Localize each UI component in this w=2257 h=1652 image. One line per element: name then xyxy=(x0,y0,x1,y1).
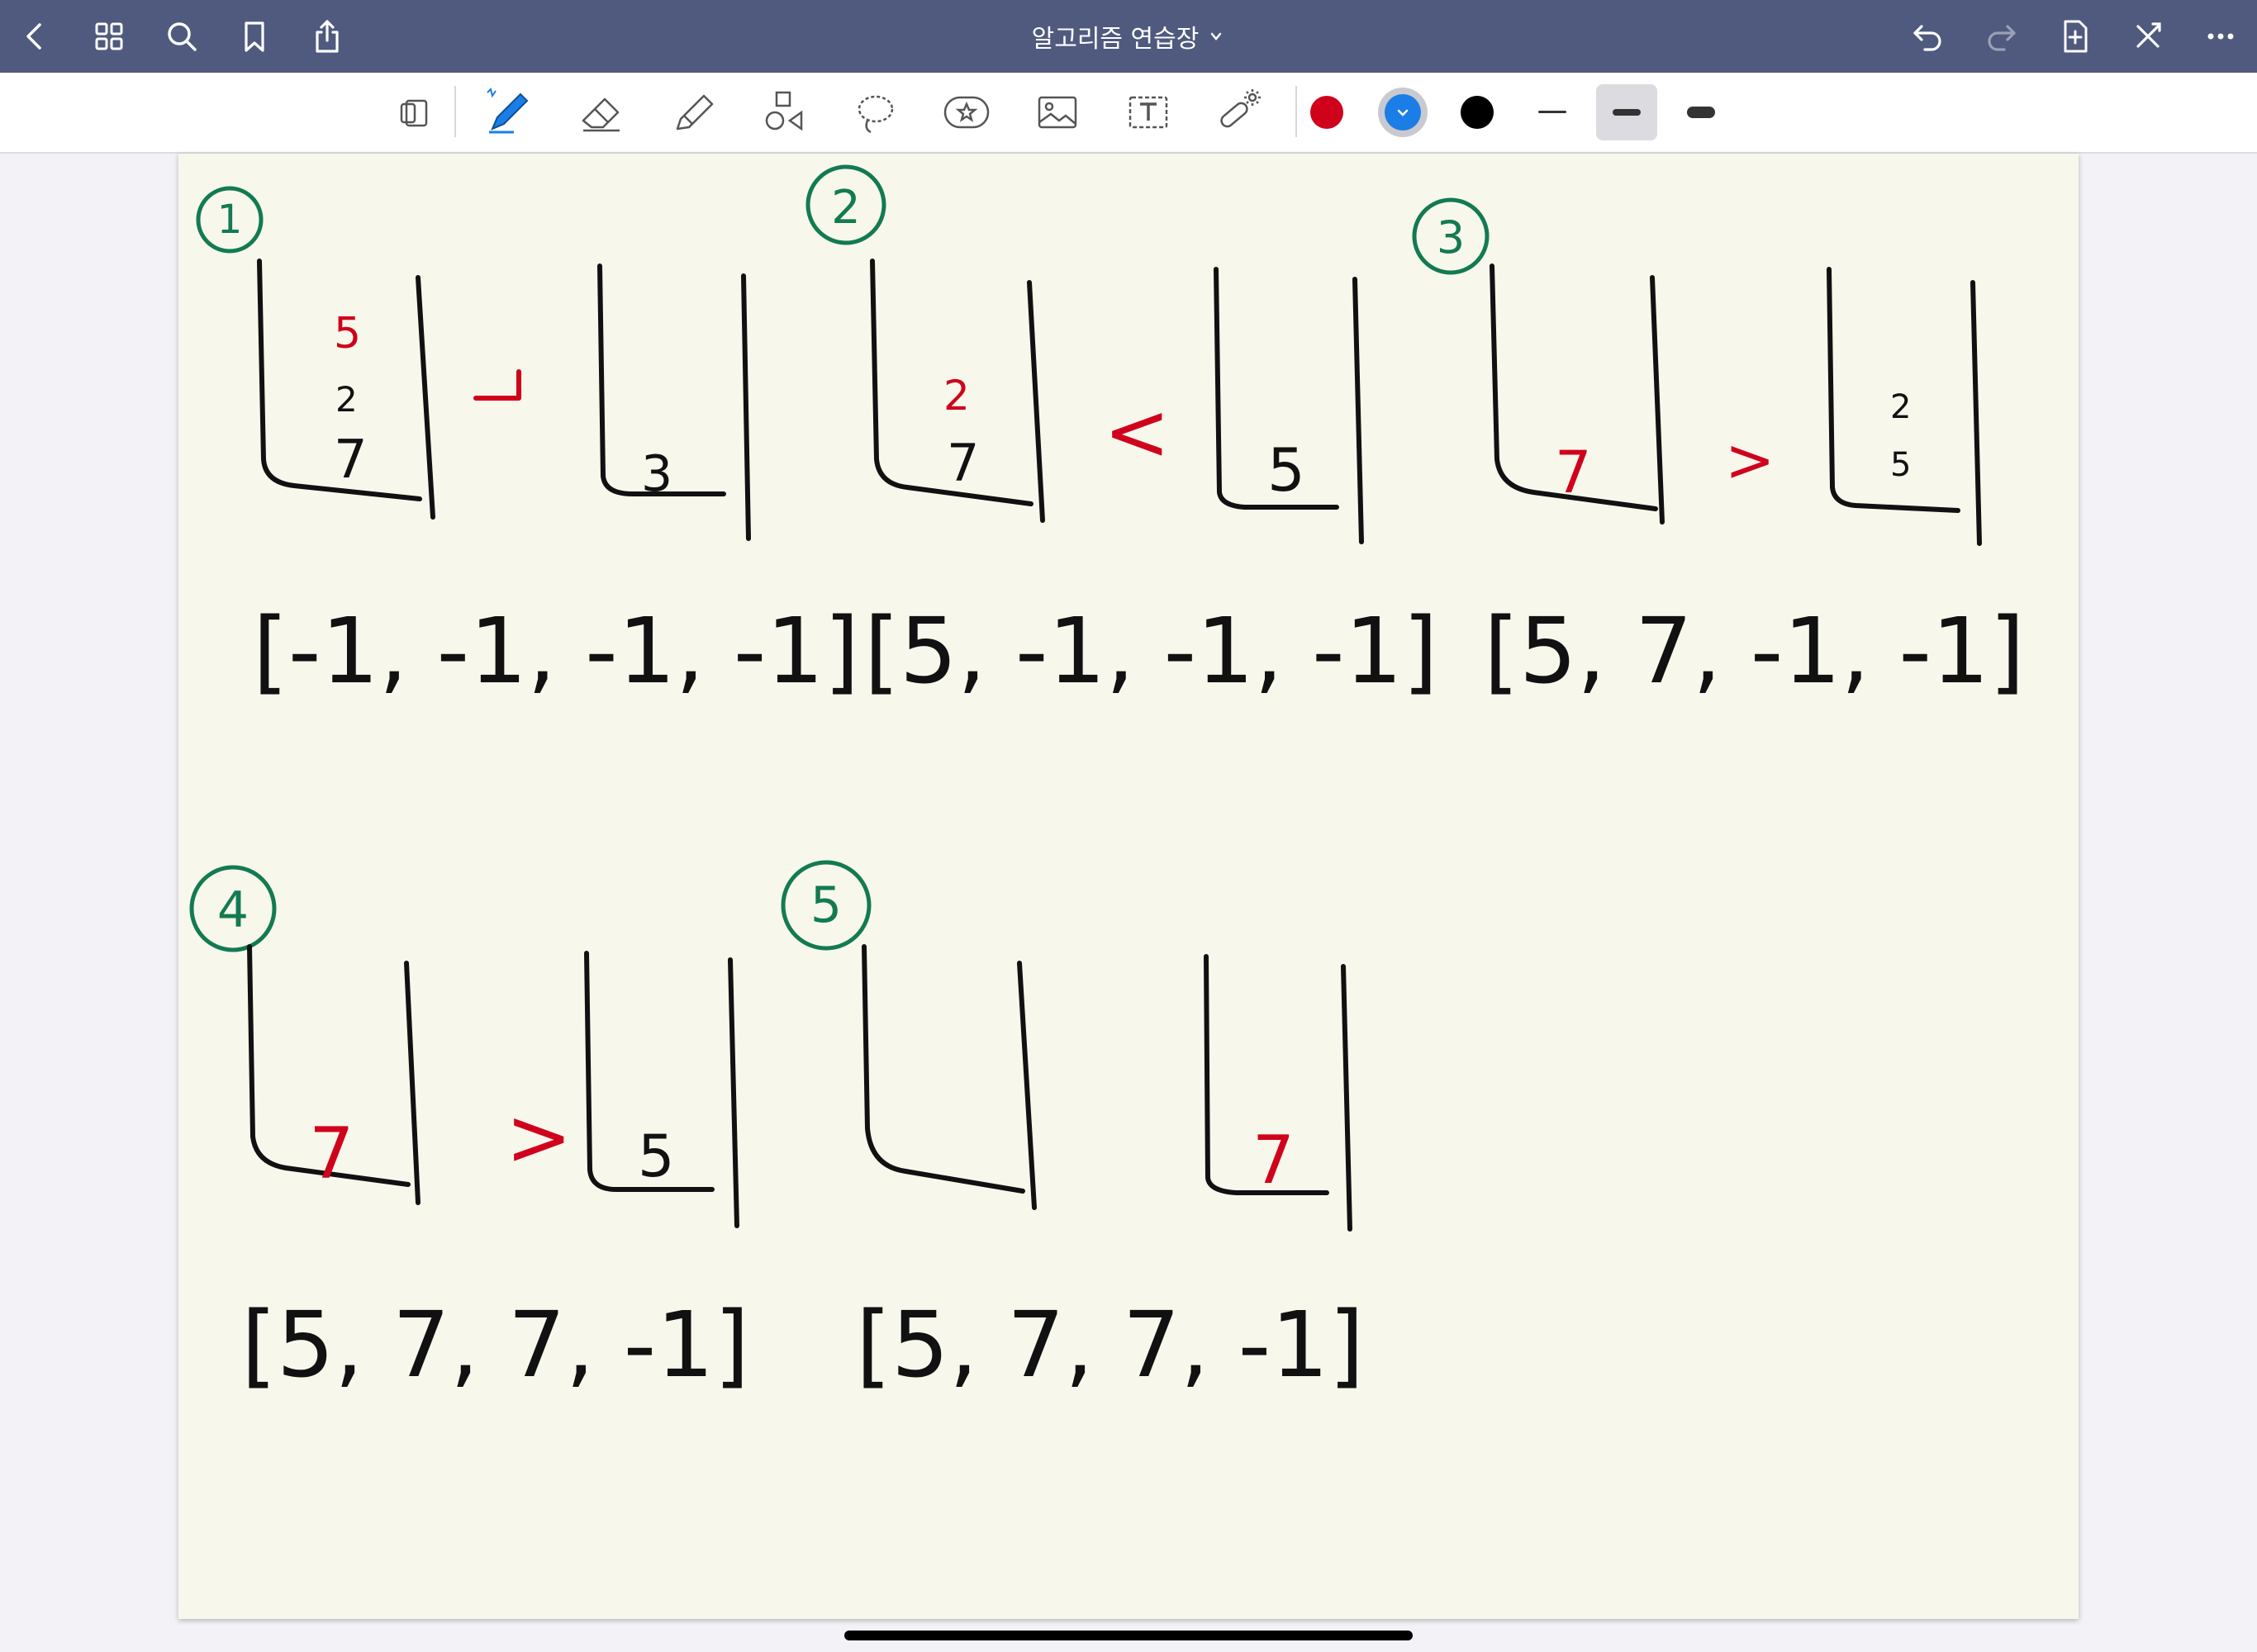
bookmark-icon[interactable] xyxy=(235,17,274,56)
document-title: 알고리즘 연습장 xyxy=(1031,25,1200,54)
stack-value: 5 xyxy=(1267,435,1305,505)
text-icon[interactable] xyxy=(1120,84,1176,140)
stroke-width-thick[interactable] xyxy=(1670,84,1732,140)
stack-value: 7 xyxy=(947,433,979,493)
shapes-icon[interactable] xyxy=(757,84,813,140)
step-label-3: 3 xyxy=(1437,211,1465,263)
stack-left-2-right-wall xyxy=(1027,280,1045,523)
drawing-toolbar xyxy=(0,73,2257,154)
toolbar-divider xyxy=(454,86,456,137)
comparison-symbol: < xyxy=(1104,386,1170,478)
stack-value: 5 xyxy=(334,309,361,358)
document-title-button[interactable]: 알고리즘 연습장 xyxy=(1032,18,1226,55)
color-swatch-black[interactable] xyxy=(1461,96,1494,129)
lasso-icon[interactable] xyxy=(848,84,904,140)
stack-right-5-right-wall xyxy=(1341,964,1352,1232)
color-swatch-red[interactable] xyxy=(1310,96,1343,129)
pen-icon[interactable] xyxy=(481,84,537,140)
more-icon[interactable] xyxy=(2201,17,2240,56)
close-edit-icon[interactable] xyxy=(2128,17,2168,56)
stack-value: 7 xyxy=(334,430,368,491)
undo-icon[interactable] xyxy=(1908,17,1948,56)
home-indicator[interactable] xyxy=(844,1631,1413,1640)
chevron-down-icon xyxy=(1397,109,1409,116)
comparison-symbol: > xyxy=(506,1091,572,1184)
note-page[interactable]: 1 5 2 7 3 [-1, -1, -1, -1] 2 2 7 < 5 [5,… xyxy=(178,154,2079,1619)
laser-pointer-icon[interactable] xyxy=(1211,84,1267,140)
comparison-arrow-1 xyxy=(473,369,521,401)
stack-value: 5 xyxy=(1890,446,1911,484)
thin-line-icon xyxy=(1538,111,1566,113)
array-step-2: [5, -1, -1, -1] xyxy=(864,598,1438,704)
stack-value: 3 xyxy=(641,445,672,503)
stack-value: 2 xyxy=(943,372,970,420)
step-label-4: 4 xyxy=(217,881,249,939)
step-label-1: 1 xyxy=(217,197,243,243)
medium-line-icon xyxy=(1613,109,1641,116)
search-icon[interactable] xyxy=(162,17,202,56)
redo-icon[interactable] xyxy=(1981,17,2021,56)
stack-value: 7 xyxy=(1252,1122,1295,1199)
stack-left-5 xyxy=(862,944,1025,1194)
stack-right-1-right-wall xyxy=(741,273,751,541)
stack-left-1-right-wall xyxy=(416,275,435,520)
stack-left-5-right-wall xyxy=(1017,961,1037,1210)
array-step-1: [-1, -1, -1, -1] xyxy=(253,598,859,704)
comparison-symbol: > xyxy=(1725,425,1775,495)
back-icon[interactable] xyxy=(15,17,55,56)
highlighter-icon[interactable] xyxy=(666,84,722,140)
stack-right-4-right-wall xyxy=(728,957,739,1228)
read-mode-icon[interactable] xyxy=(390,84,446,140)
top-navigation-bar: 알고리즘 연습장 xyxy=(0,0,2257,73)
thick-line-icon xyxy=(1687,107,1715,118)
chevron-down-icon xyxy=(1207,27,1225,45)
stack-value: 5 xyxy=(638,1123,675,1190)
stack-value: 2 xyxy=(1890,388,1911,426)
image-icon[interactable] xyxy=(1029,84,1086,140)
grid-icon[interactable] xyxy=(89,17,129,56)
stack-right-3-right-wall xyxy=(1970,280,1982,546)
array-step-4: [5, 7, 7, -1] xyxy=(241,1292,749,1398)
stack-left-3-right-wall xyxy=(1650,275,1665,525)
color-swatch-blue-fill xyxy=(1385,94,1421,131)
eraser-icon[interactable] xyxy=(573,84,630,140)
stroke-width-medium-selected[interactable] xyxy=(1596,84,1657,140)
stack-value: 7 xyxy=(309,1113,354,1195)
step-label-2: 2 xyxy=(831,181,861,235)
canvas-area[interactable]: 1 5 2 7 3 [-1, -1, -1, -1] 2 2 7 < 5 [5,… xyxy=(0,154,2257,1652)
color-swatch-blue-selected[interactable] xyxy=(1378,88,1428,137)
stack-left-4-right-wall xyxy=(404,961,421,1205)
stroke-width-thin[interactable] xyxy=(1522,84,1583,140)
stack-value: 2 xyxy=(335,379,358,420)
step-label-5: 5 xyxy=(810,876,842,934)
array-step-5: [5, 7, 7, -1] xyxy=(856,1292,1364,1398)
handwritten-notes: 1 5 2 7 3 [-1, -1, -1, -1] 2 2 7 < 5 [5,… xyxy=(189,164,2025,1398)
array-step-3: [5, 7, -1, -1] xyxy=(1484,598,2025,704)
share-icon[interactable] xyxy=(307,17,347,56)
sticker-icon[interactable] xyxy=(938,84,995,140)
stack-right-2-right-wall xyxy=(1352,277,1364,544)
stack-value: 7 xyxy=(1555,439,1592,506)
toolbar-divider xyxy=(1295,86,1297,137)
add-page-icon[interactable] xyxy=(2055,17,2095,56)
